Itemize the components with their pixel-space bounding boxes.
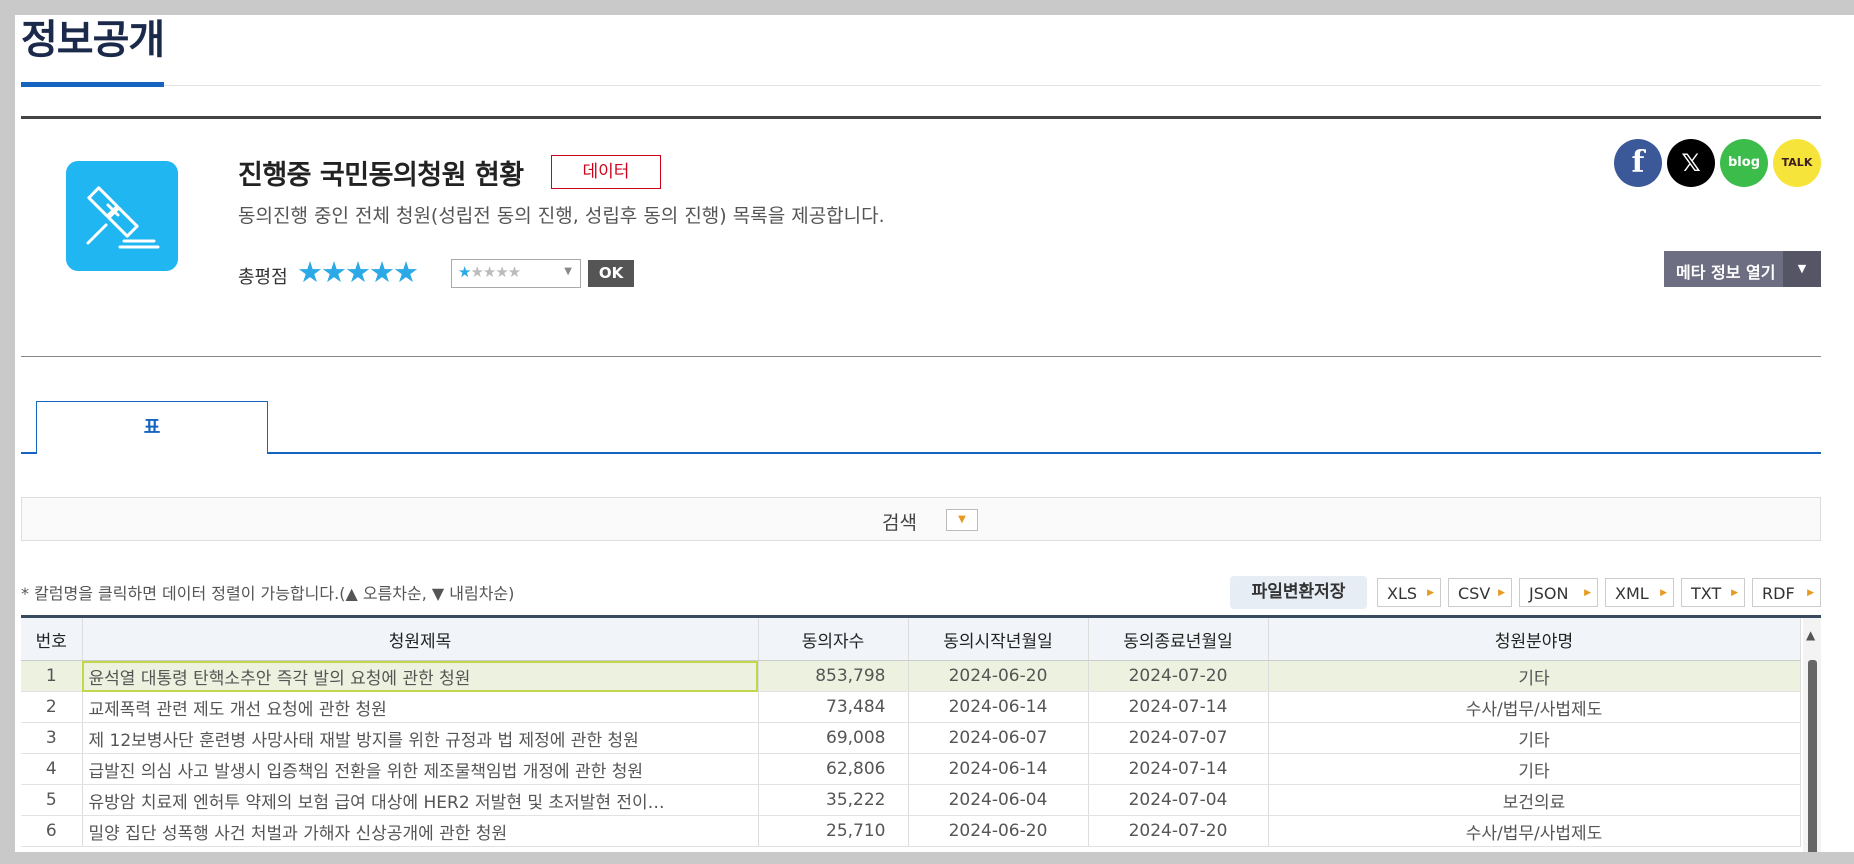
cell-number: 6 [21, 815, 83, 847]
cell-end-date: 2024-07-04 [1088, 784, 1269, 816]
tab-table[interactable]: 표 [36, 401, 268, 454]
window-frame-bottom [0, 852, 1854, 864]
cell-title[interactable]: 제 12보병사단 훈련병 사망사태 재발 방지를 위한 규정과 법 제정에 관한… [82, 722, 759, 754]
search-bar[interactable]: 검색 ▼ [21, 497, 1821, 541]
section-divider [21, 356, 1821, 357]
title-divider [164, 85, 1821, 86]
cell-number: 5 [21, 784, 83, 816]
page-title: 정보공개 [21, 17, 165, 63]
column-header-category[interactable]: 청원분야명 [1268, 618, 1801, 661]
table-header-row: 번호 청원제목 동의자수 동의시작년월일 동의종료년월일 청원분야명 [21, 618, 1801, 661]
cell-start-date: 2024-06-04 [908, 784, 1089, 816]
facebook-share-icon[interactable]: f [1614, 139, 1662, 187]
cell-number: 4 [21, 753, 83, 785]
rating-select[interactable]: ★★★★★ ▼ [451, 259, 581, 288]
column-header-title[interactable]: 청원제목 [82, 618, 759, 661]
arrow-right-icon: ▶ [1807, 588, 1814, 598]
data-table: 번호 청원제목 동의자수 동의시작년월일 동의종료년월일 청원분야명 1 윤석열… [21, 618, 1801, 847]
download-xls-button[interactable]: XLS ▶ [1377, 578, 1441, 607]
cell-agree-count: 73,484 [758, 691, 909, 723]
column-header-agree-count[interactable]: 동의자수 [758, 618, 909, 661]
x-share-icon[interactable]: 𝕏 [1667, 139, 1715, 187]
header-rule [21, 116, 1821, 119]
chevron-down-icon: ▼ [1783, 251, 1821, 287]
sort-hint: * 칼럼명을 클릭하면 데이터 정렬이 가능합니다.(▲ 오름차순, ▼ 내림차… [21, 584, 515, 603]
cell-number: 3 [21, 722, 83, 754]
table-row[interactable]: 4 급발진 의심 사고 발생시 입증책임 전환을 위한 제조물책임법 개정에 관… [21, 753, 1801, 785]
rating-select-stars: ★★★★★ [458, 263, 521, 281]
column-header-end-date[interactable]: 동의종료년월일 [1088, 618, 1269, 661]
rating-ok-button[interactable]: OK [588, 260, 634, 287]
dataset-description: 동의진행 중인 전체 청원(성립전 동의 진행, 성립후 동의 진행) 목록을 … [238, 205, 885, 227]
arrow-right-icon: ▶ [1731, 588, 1738, 598]
scrollbar-thumb[interactable] [1808, 660, 1817, 864]
table-row[interactable]: 6 밀양 집단 성폭행 사건 처벌과 가해자 신상공개에 관한 청원 25,71… [21, 815, 1801, 847]
cell-category: 기타 [1268, 660, 1801, 692]
tab-underline [21, 452, 1821, 454]
data-grid: 번호 청원제목 동의자수 동의시작년월일 동의종료년월일 청원분야명 1 윤석열… [21, 615, 1821, 864]
cell-category: 기타 [1268, 753, 1801, 785]
chevron-down-icon: ▼ [564, 266, 572, 277]
cell-agree-count: 853,798 [758, 660, 909, 692]
table-row[interactable]: 2 교제폭력 관련 제도 개선 요청에 관한 청원 73,484 2024-06… [21, 691, 1801, 723]
cell-title[interactable]: 윤석열 대통령 탄핵소추안 즉각 발의 요청에 관한 청원 [82, 660, 759, 692]
cell-category: 기타 [1268, 722, 1801, 754]
column-header-start-date[interactable]: 동의시작년월일 [908, 618, 1089, 661]
arrow-right-icon: ▶ [1660, 588, 1667, 598]
cell-number: 2 [21, 691, 83, 723]
rating-stars: ★★★★★ [297, 255, 419, 289]
dataset-title: 진행중 국민동의청원 현황 [238, 160, 524, 191]
dataset-type-badge: 데이터 [551, 155, 661, 189]
vertical-scrollbar[interactable]: ▲ [1803, 618, 1821, 864]
cell-category: 보건의료 [1268, 784, 1801, 816]
search-label: 검색 [882, 512, 917, 534]
blog-share-icon[interactable]: blog [1720, 139, 1768, 187]
cell-start-date: 2024-06-20 [908, 815, 1089, 847]
cell-start-date: 2024-06-07 [908, 722, 1089, 754]
download-xml-button[interactable]: XML ▶ [1605, 578, 1674, 607]
gavel-icon [66, 161, 178, 271]
download-rdf-button[interactable]: RDF ▶ [1752, 578, 1821, 607]
arrow-right-icon: ▶ [1498, 588, 1505, 598]
download-csv-button[interactable]: CSV ▶ [1448, 578, 1512, 607]
meta-info-label: 메타 정보 열기 [1676, 263, 1776, 282]
cell-title[interactable]: 교제폭력 관련 제도 개선 요청에 관한 청원 [82, 691, 759, 723]
cell-category: 수사/법무/사법제도 [1268, 815, 1801, 847]
cell-start-date: 2024-06-14 [908, 753, 1089, 785]
download-json-button[interactable]: JSON ▶ [1519, 578, 1598, 607]
table-row[interactable]: 5 유방암 치료제 엔허투 약제의 보험 급여 대상에 HER2 저발현 및 초… [21, 784, 1801, 816]
cell-title[interactable]: 유방암 치료제 엔허투 약제의 보험 급여 대상에 HER2 저발현 및 초저발… [82, 784, 759, 816]
title-accent-bar [21, 82, 164, 87]
cell-start-date: 2024-06-14 [908, 691, 1089, 723]
cell-title[interactable]: 밀양 집단 성폭행 사건 처벌과 가해자 신상공개에 관한 청원 [82, 815, 759, 847]
download-txt-button[interactable]: TXT ▶ [1681, 578, 1745, 607]
cell-start-date: 2024-06-20 [908, 660, 1089, 692]
rating-label: 총평점 [238, 267, 288, 288]
search-toggle-chevron-icon[interactable]: ▼ [946, 509, 978, 531]
cell-end-date: 2024-07-14 [1088, 753, 1269, 785]
cell-category: 수사/법무/사법제도 [1268, 691, 1801, 723]
arrow-right-icon: ▶ [1584, 588, 1591, 598]
scroll-up-icon[interactable]: ▲ [1806, 628, 1815, 642]
cell-end-date: 2024-07-14 [1088, 691, 1269, 723]
cell-title[interactable]: 급발진 의심 사고 발생시 입증책임 전환을 위한 제조물책임법 개정에 관한 … [82, 753, 759, 785]
cell-number: 1 [21, 660, 83, 692]
kakaotalk-share-icon[interactable]: TALK [1773, 139, 1821, 187]
arrow-right-icon: ▶ [1427, 588, 1434, 598]
file-convert-save-label: 파일변환저장 [1230, 576, 1367, 609]
cell-agree-count: 35,222 [758, 784, 909, 816]
column-header-number[interactable]: 번호 [21, 618, 83, 661]
table-row[interactable]: 3 제 12보병사단 훈련병 사망사태 재발 방지를 위한 규정과 법 제정에 … [21, 722, 1801, 754]
cell-agree-count: 69,008 [758, 722, 909, 754]
cell-end-date: 2024-07-20 [1088, 815, 1269, 847]
gavel-icon-graphic [86, 186, 160, 249]
cell-agree-count: 62,806 [758, 753, 909, 785]
table-row[interactable]: 1 윤석열 대통령 탄핵소추안 즉각 발의 요청에 관한 청원 853,798 … [21, 660, 1801, 692]
meta-info-button[interactable]: 메타 정보 열기 ▼ [1664, 251, 1821, 287]
cell-agree-count: 25,710 [758, 815, 909, 847]
page: 정보공개 진행중 국민동의청원 현황 데이터 동의진행 중인 전체 청원(성립전… [15, 15, 1854, 864]
cell-end-date: 2024-07-07 [1088, 722, 1269, 754]
cell-end-date: 2024-07-20 [1088, 660, 1269, 692]
